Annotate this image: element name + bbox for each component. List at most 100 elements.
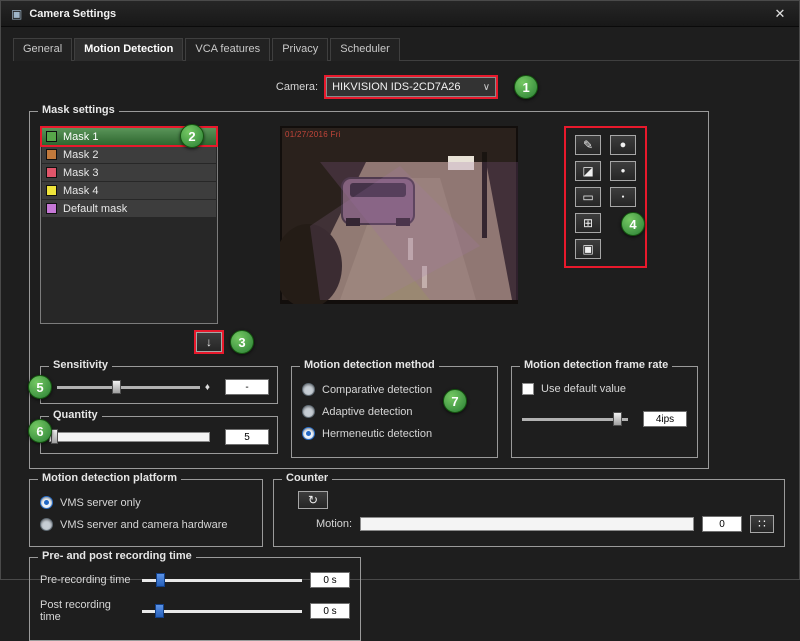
eraser-tool-button[interactable]: ◪ [575, 161, 601, 181]
tab-general[interactable]: General [13, 38, 72, 61]
platform-option-server-only: VMS server only [40, 496, 252, 509]
mask-label: Mask 1 [63, 131, 98, 143]
shape-icon: ▭ [582, 191, 593, 203]
camera-dropdown[interactable]: HIKVISION IDS-2CD7A26 ∨ [326, 77, 496, 97]
quantity-group: Quantity 6 5 [40, 416, 278, 454]
radio-vms-server-only[interactable] [40, 496, 53, 509]
image-icon: ▣ [582, 243, 593, 255]
use-default-label: Use default value [541, 383, 626, 395]
frame-rate-slider-handle[interactable] [613, 412, 622, 426]
post-recording-row: Post recording time 0 s [40, 599, 350, 623]
sensitivity-group: Sensitivity 5 - ♦ - [40, 366, 278, 404]
post-recording-slider-handle[interactable] [155, 604, 164, 618]
recording-time-group: Pre- and post recording time Pre-recordi… [29, 557, 361, 641]
sensitivity-value-field[interactable]: - [225, 379, 269, 395]
mask-settings-title: Mask settings [38, 104, 119, 116]
quantity-slider[interactable] [49, 432, 210, 442]
callout-badge-7: 7 [443, 389, 467, 413]
shape-tool-button[interactable]: ▭ [575, 187, 601, 207]
method-option-hermeneutic: Hermeneutic detection [302, 427, 487, 440]
radio-hermeneutic-detection[interactable] [302, 427, 315, 440]
list-item-mask-2[interactable]: Mask 2 [42, 146, 216, 163]
post-recording-slider[interactable] [142, 610, 302, 613]
pre-recording-slider[interactable] [142, 579, 302, 582]
brush-size-medium-button[interactable]: ● [610, 161, 636, 181]
chevron-down-icon: ∨ [483, 82, 490, 93]
large-dot-icon: ● [620, 140, 627, 151]
tab-vca-features[interactable]: VCA features [185, 38, 270, 61]
callout-badge-2: 2 [180, 124, 204, 148]
list-item-mask-1[interactable]: Mask 1 2 [42, 128, 216, 145]
pre-recording-value-field[interactable]: 0 s [310, 572, 350, 588]
radio-comparative-detection[interactable] [302, 383, 315, 396]
show-image-button[interactable]: ▣ [575, 239, 601, 259]
grid-icon: ∷ [758, 518, 766, 530]
move-mask-down-button[interactable]: ↓ [196, 332, 222, 352]
pre-recording-label: Pre-recording time [40, 574, 134, 586]
pen-tool-button[interactable]: ✎ [575, 135, 601, 155]
tab-privacy[interactable]: Privacy [272, 38, 328, 61]
brush-size-large-button[interactable]: ● [610, 135, 636, 155]
mask-drawing-toolbar: ✎ ● ◪ ● ▭ ● ⊞ ▣ 4 [564, 126, 647, 268]
use-default-checkbox[interactable] [522, 383, 534, 395]
motion-detection-method-group: Motion detection method 7 Comparative de… [291, 366, 498, 458]
mask-arrow-row: ↓ 3 [40, 330, 254, 354]
method-title: Motion detection method [300, 359, 439, 371]
mask-list-column: Mask 1 2 Mask 2 Mask 3 Mask 4 [40, 126, 254, 354]
quantity-value-field[interactable]: 5 [225, 429, 269, 445]
frame-rate-slider[interactable] [522, 418, 628, 421]
frame-rate-title: Motion detection frame rate [520, 359, 672, 371]
mask-color-swatch [46, 149, 57, 160]
sensitivity-end-marker: ♦ [205, 382, 210, 393]
show-grid-button[interactable]: ⊞ [575, 213, 601, 233]
reset-icon: ↻ [308, 494, 318, 506]
dialog-content: Camera: HIKVISION IDS-2CD7A26 ∨ 1 Mask s… [1, 61, 799, 641]
close-icon[interactable]: ✕ [771, 6, 789, 22]
post-recording-label: Post recording time [40, 599, 134, 623]
title-bar: ▣ Camera Settings ✕ [1, 1, 799, 27]
sensitivity-slider[interactable] [57, 386, 200, 389]
mask-list: Mask 1 2 Mask 2 Mask 3 Mask 4 [40, 126, 218, 324]
counter-grid-button[interactable]: ∷ [750, 515, 774, 533]
motion-label: Motion: [316, 518, 352, 530]
counter-group: Counter ↻ Motion: 0 ∷ [273, 479, 785, 547]
motion-count-field[interactable]: 0 [702, 516, 742, 532]
tab-motion-detection[interactable]: Motion Detection [74, 38, 183, 61]
mask-color-swatch [46, 203, 57, 214]
motion-detection-platform-group: Motion detection platform VMS server onl… [29, 479, 263, 547]
window-title: Camera Settings [29, 8, 116, 20]
platform-option-server-and-camera: VMS server and camera hardware [40, 518, 252, 531]
use-default-row: Use default value [522, 383, 687, 395]
medium-dot-icon: ● [621, 167, 626, 175]
callout-badge-3: 3 [230, 330, 254, 354]
counter-title: Counter [282, 472, 332, 484]
camera-settings-window: { "window": { "title": "Camera Settings"… [0, 0, 800, 580]
video-preview[interactable]: 01/27/2016 Fri [280, 126, 518, 304]
post-recording-value-field[interactable]: 0 s [310, 603, 350, 619]
radio-label: Comparative detection [322, 384, 432, 396]
camera-row: Camera: HIKVISION IDS-2CD7A26 ∨ 1 [29, 75, 785, 99]
radio-label: Hermeneutic detection [322, 428, 432, 440]
list-item-mask-3[interactable]: Mask 3 [42, 164, 216, 181]
pre-recording-row: Pre-recording time 0 s [40, 572, 350, 588]
callout-badge-4: 4 [621, 212, 645, 236]
radio-adaptive-detection[interactable] [302, 405, 315, 418]
quantity-title: Quantity [49, 409, 102, 421]
sensitivity-slider-handle[interactable] [112, 380, 121, 394]
quantity-slider-handle[interactable] [51, 429, 58, 444]
tab-scheduler[interactable]: Scheduler [330, 38, 400, 61]
mask-label: Default mask [63, 203, 127, 215]
motion-level-bar [360, 517, 694, 531]
list-item-default-mask[interactable]: Default mask [42, 200, 216, 217]
radio-vms-server-and-camera[interactable] [40, 518, 53, 531]
list-item-mask-4[interactable]: Mask 4 [42, 182, 216, 199]
mask-color-swatch [46, 167, 57, 178]
camera-dropdown-value: HIKVISION IDS-2CD7A26 [332, 81, 460, 93]
counter-reset-button[interactable]: ↻ [298, 491, 328, 509]
grid-icon: ⊞ [583, 217, 593, 229]
radio-label: VMS server only [60, 497, 141, 509]
video-frame [280, 126, 518, 304]
frame-rate-value-field[interactable]: 4ips [643, 411, 687, 427]
brush-size-small-button[interactable]: ● [610, 187, 636, 207]
preview-column: 01/27/2016 Fri [280, 126, 518, 354]
